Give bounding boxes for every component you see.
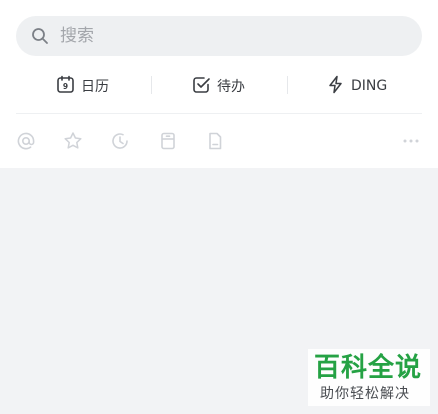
calendar-label: 日历 (81, 79, 109, 95)
calendar-button[interactable]: 9 日历 (56, 70, 109, 102)
recent-clock-icon[interactable] (110, 131, 130, 151)
archive-icon[interactable] (158, 131, 178, 151)
at-mention-icon[interactable] (16, 131, 36, 151)
quick-divider (151, 76, 152, 94)
todo-label: 待办 (217, 79, 245, 95)
watermark-logo: 百科全说 助你轻松解决 (308, 349, 430, 406)
search-bar[interactable]: 搜索 (16, 16, 422, 56)
watermark-subtitle: 助你轻松解决 (320, 386, 410, 402)
more-icon[interactable] (401, 131, 421, 151)
quick-actions: 9 日历 待办 DING (0, 70, 438, 102)
ding-label: DING (351, 78, 388, 94)
section-divider (16, 113, 422, 114)
star-icon[interactable] (63, 131, 83, 151)
quick-divider (287, 76, 288, 94)
todo-button[interactable]: 待办 (192, 70, 245, 102)
ding-button[interactable]: DING (326, 70, 387, 102)
todo-check-icon (192, 75, 211, 98)
search-placeholder: 搜索 (60, 26, 94, 46)
document-icon[interactable] (205, 131, 225, 151)
top-panel: 搜索 9 日历 待办 DING (0, 0, 438, 168)
svg-text:9: 9 (63, 81, 68, 90)
search-icon (31, 27, 49, 45)
lightning-icon (326, 75, 345, 98)
calendar-icon: 9 (56, 75, 75, 98)
watermark-title: 百科全说 (314, 353, 423, 383)
